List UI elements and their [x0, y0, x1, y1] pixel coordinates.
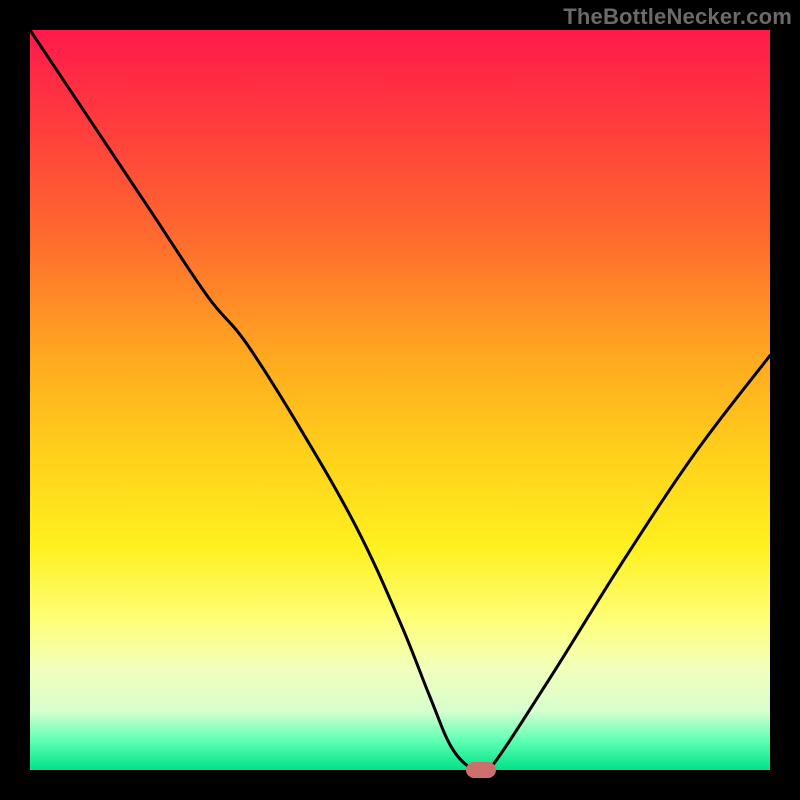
- plot-area: [30, 30, 770, 770]
- optimal-point-marker: [466, 762, 496, 778]
- chart-frame: TheBottleNecker.com: [0, 0, 800, 800]
- attribution-label: TheBottleNecker.com: [563, 4, 792, 30]
- bottleneck-curve: [30, 30, 770, 770]
